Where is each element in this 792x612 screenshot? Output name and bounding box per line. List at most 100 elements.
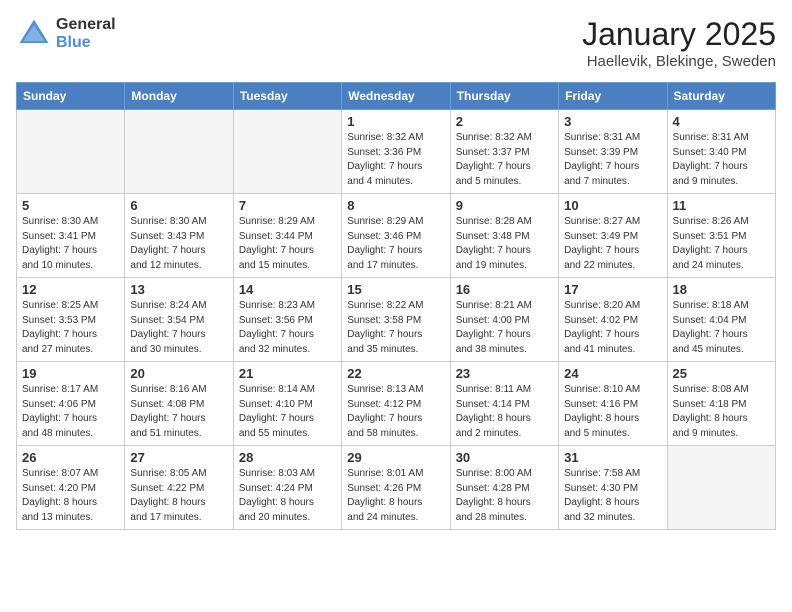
weekday-header-row: SundayMondayTuesdayWednesdayThursdayFrid… [17,83,776,110]
calendar-cell: 24Sunrise: 8:10 AM Sunset: 4:16 PM Dayli… [559,362,667,446]
logo-text: General Blue [56,16,116,51]
calendar-cell: 5 Sunrise: 8:30 AM Sunset: 3:41 PM Daylig… [17,194,125,278]
calendar-week-row: 26 Sunrise: 8:07 AM Sunset: 4:20 PM Dayli… [17,446,776,530]
day-number: 7 [239,198,336,213]
day-info: Sunrise: 8:32 AM Sunset: 3:36 PM Dayligh… [347,131,444,189]
logo-blue: Blue [56,34,116,52]
day-info: Sunrise: 8:18 AM Sunset: 4:04 PM Dayligh… [673,299,770,357]
day-number: 3 [564,114,661,129]
calendar-cell [17,110,125,194]
day-number: 9 [456,198,553,213]
day-info: Sunrise: 8:31 AM Sunset: 3:40 PM Dayligh… [673,131,770,189]
day-number: 17 [564,282,661,297]
location: Haellevik, Blekinge, Sweden [582,53,776,70]
calendar-cell: 15Sunrise: 8:22 AM Sunset: 3:58 PM Dayli… [342,278,450,362]
calendar-cell: 11 Sunrise: 8:26 AM Sunset: 3:51 PM Dayli… [667,194,775,278]
logo-general: General [56,16,116,34]
calendar-cell: 18Sunrise: 8:18 AM Sunset: 4:04 PM Dayli… [667,278,775,362]
calendar-cell: 2Sunrise: 8:32 AM Sunset: 3:37 PM Daylig… [450,110,558,194]
weekday-header-saturday: Saturday [667,83,775,110]
weekday-header-tuesday: Tuesday [233,83,341,110]
day-number: 28 [239,450,336,465]
day-number: 26 [22,450,119,465]
day-number: 29 [347,450,444,465]
day-number: 19 [22,366,119,381]
calendar-cell: 1 Sunrise: 8:32 AM Sunset: 3:36 PM Daylig… [342,110,450,194]
month-title: January 2025 [582,16,776,53]
weekday-header-monday: Monday [125,83,233,110]
calendar-cell: 3Sunrise: 8:31 AM Sunset: 3:39 PM Daylig… [559,110,667,194]
calendar-cell: 8 Sunrise: 8:29 AM Sunset: 3:46 PM Daylig… [342,194,450,278]
calendar-cell: 30 Sunrise: 8:00 AM Sunset: 4:28 PM Dayli… [450,446,558,530]
day-number: 12 [22,282,119,297]
day-number: 8 [347,198,444,213]
title-block: January 2025 Haellevik, Blekinge, Sweden [582,16,776,70]
calendar-week-row: 5 Sunrise: 8:30 AM Sunset: 3:41 PM Daylig… [17,194,776,278]
day-number: 31 [564,450,661,465]
day-number: 11 [673,198,770,213]
calendar-cell: 12Sunrise: 8:25 AM Sunset: 3:53 PM Dayli… [17,278,125,362]
day-info: Sunrise: 7:58 AM Sunset: 4:30 PM Dayligh… [564,467,661,525]
day-info: Sunrise: 8:00 AM Sunset: 4:28 PM Dayligh… [456,467,553,525]
weekday-header-friday: Friday [559,83,667,110]
day-info: Sunrise: 8:30 AM Sunset: 3:41 PM Dayligh… [22,215,119,273]
day-number: 22 [347,366,444,381]
weekday-header-wednesday: Wednesday [342,83,450,110]
calendar-cell [233,110,341,194]
day-number: 15 [347,282,444,297]
calendar-cell: 6 Sunrise: 8:30 AM Sunset: 3:43 PM Daylig… [125,194,233,278]
calendar-cell: 25 Sunrise: 8:08 AM Sunset: 4:18 PM Dayli… [667,362,775,446]
day-number: 5 [22,198,119,213]
day-info: Sunrise: 8:23 AM Sunset: 3:56 PM Dayligh… [239,299,336,357]
calendar-cell: 31 Sunrise: 7:58 AM Sunset: 4:30 PM Dayli… [559,446,667,530]
calendar-cell: 20 Sunrise: 8:16 AM Sunset: 4:08 PM Dayli… [125,362,233,446]
calendar-cell [125,110,233,194]
day-number: 6 [130,198,227,213]
day-info: Sunrise: 8:13 AM Sunset: 4:12 PM Dayligh… [347,383,444,441]
page-header: General Blue January 2025 Haellevik, Ble… [16,16,776,70]
calendar-cell: 22 Sunrise: 8:13 AM Sunset: 4:12 PM Dayli… [342,362,450,446]
day-info: Sunrise: 8:16 AM Sunset: 4:08 PM Dayligh… [130,383,227,441]
day-info: Sunrise: 8:20 AM Sunset: 4:02 PM Dayligh… [564,299,661,357]
calendar-cell: 17 Sunrise: 8:20 AM Sunset: 4:02 PM Dayli… [559,278,667,362]
day-number: 30 [456,450,553,465]
calendar-week-row: 19 Sunrise: 8:17 AM Sunset: 4:06 PM Dayli… [17,362,776,446]
calendar-week-row: 12Sunrise: 8:25 AM Sunset: 3:53 PM Dayli… [17,278,776,362]
day-info: Sunrise: 8:30 AM Sunset: 3:43 PM Dayligh… [130,215,227,273]
day-number: 23 [456,366,553,381]
calendar-cell: 23 Sunrise: 8:11 AM Sunset: 4:14 PM Dayli… [450,362,558,446]
calendar-cell [667,446,775,530]
calendar-week-row: 1 Sunrise: 8:32 AM Sunset: 3:36 PM Daylig… [17,110,776,194]
weekday-header-thursday: Thursday [450,83,558,110]
day-number: 16 [456,282,553,297]
day-number: 24 [564,366,661,381]
calendar-cell: 7 Sunrise: 8:29 AM Sunset: 3:44 PM Daylig… [233,194,341,278]
calendar-cell: 21Sunrise: 8:14 AM Sunset: 4:10 PM Dayli… [233,362,341,446]
day-info: Sunrise: 8:24 AM Sunset: 3:54 PM Dayligh… [130,299,227,357]
calendar-cell: 19 Sunrise: 8:17 AM Sunset: 4:06 PM Dayli… [17,362,125,446]
day-number: 20 [130,366,227,381]
day-number: 14 [239,282,336,297]
day-info: Sunrise: 8:17 AM Sunset: 4:06 PM Dayligh… [22,383,119,441]
logo: General Blue [16,16,116,52]
day-info: Sunrise: 8:03 AM Sunset: 4:24 PM Dayligh… [239,467,336,525]
day-info: Sunrise: 8:08 AM Sunset: 4:18 PM Dayligh… [673,383,770,441]
calendar-cell: 14 Sunrise: 8:23 AM Sunset: 3:56 PM Dayli… [233,278,341,362]
calendar-cell: 26 Sunrise: 8:07 AM Sunset: 4:20 PM Dayli… [17,446,125,530]
day-number: 25 [673,366,770,381]
calendar-table: SundayMondayTuesdayWednesdayThursdayFrid… [16,82,776,530]
weekday-header-sunday: Sunday [17,83,125,110]
calendar-cell: 29Sunrise: 8:01 AM Sunset: 4:26 PM Dayli… [342,446,450,530]
calendar-cell: 9Sunrise: 8:28 AM Sunset: 3:48 PM Daylig… [450,194,558,278]
day-number: 4 [673,114,770,129]
calendar-cell: 13Sunrise: 8:24 AM Sunset: 3:54 PM Dayli… [125,278,233,362]
day-number: 2 [456,114,553,129]
day-info: Sunrise: 8:29 AM Sunset: 3:46 PM Dayligh… [347,215,444,273]
day-info: Sunrise: 8:11 AM Sunset: 4:14 PM Dayligh… [456,383,553,441]
day-number: 1 [347,114,444,129]
day-info: Sunrise: 8:29 AM Sunset: 3:44 PM Dayligh… [239,215,336,273]
day-number: 10 [564,198,661,213]
calendar-cell: 28 Sunrise: 8:03 AM Sunset: 4:24 PM Dayli… [233,446,341,530]
day-info: Sunrise: 8:26 AM Sunset: 3:51 PM Dayligh… [673,215,770,273]
day-info: Sunrise: 8:07 AM Sunset: 4:20 PM Dayligh… [22,467,119,525]
